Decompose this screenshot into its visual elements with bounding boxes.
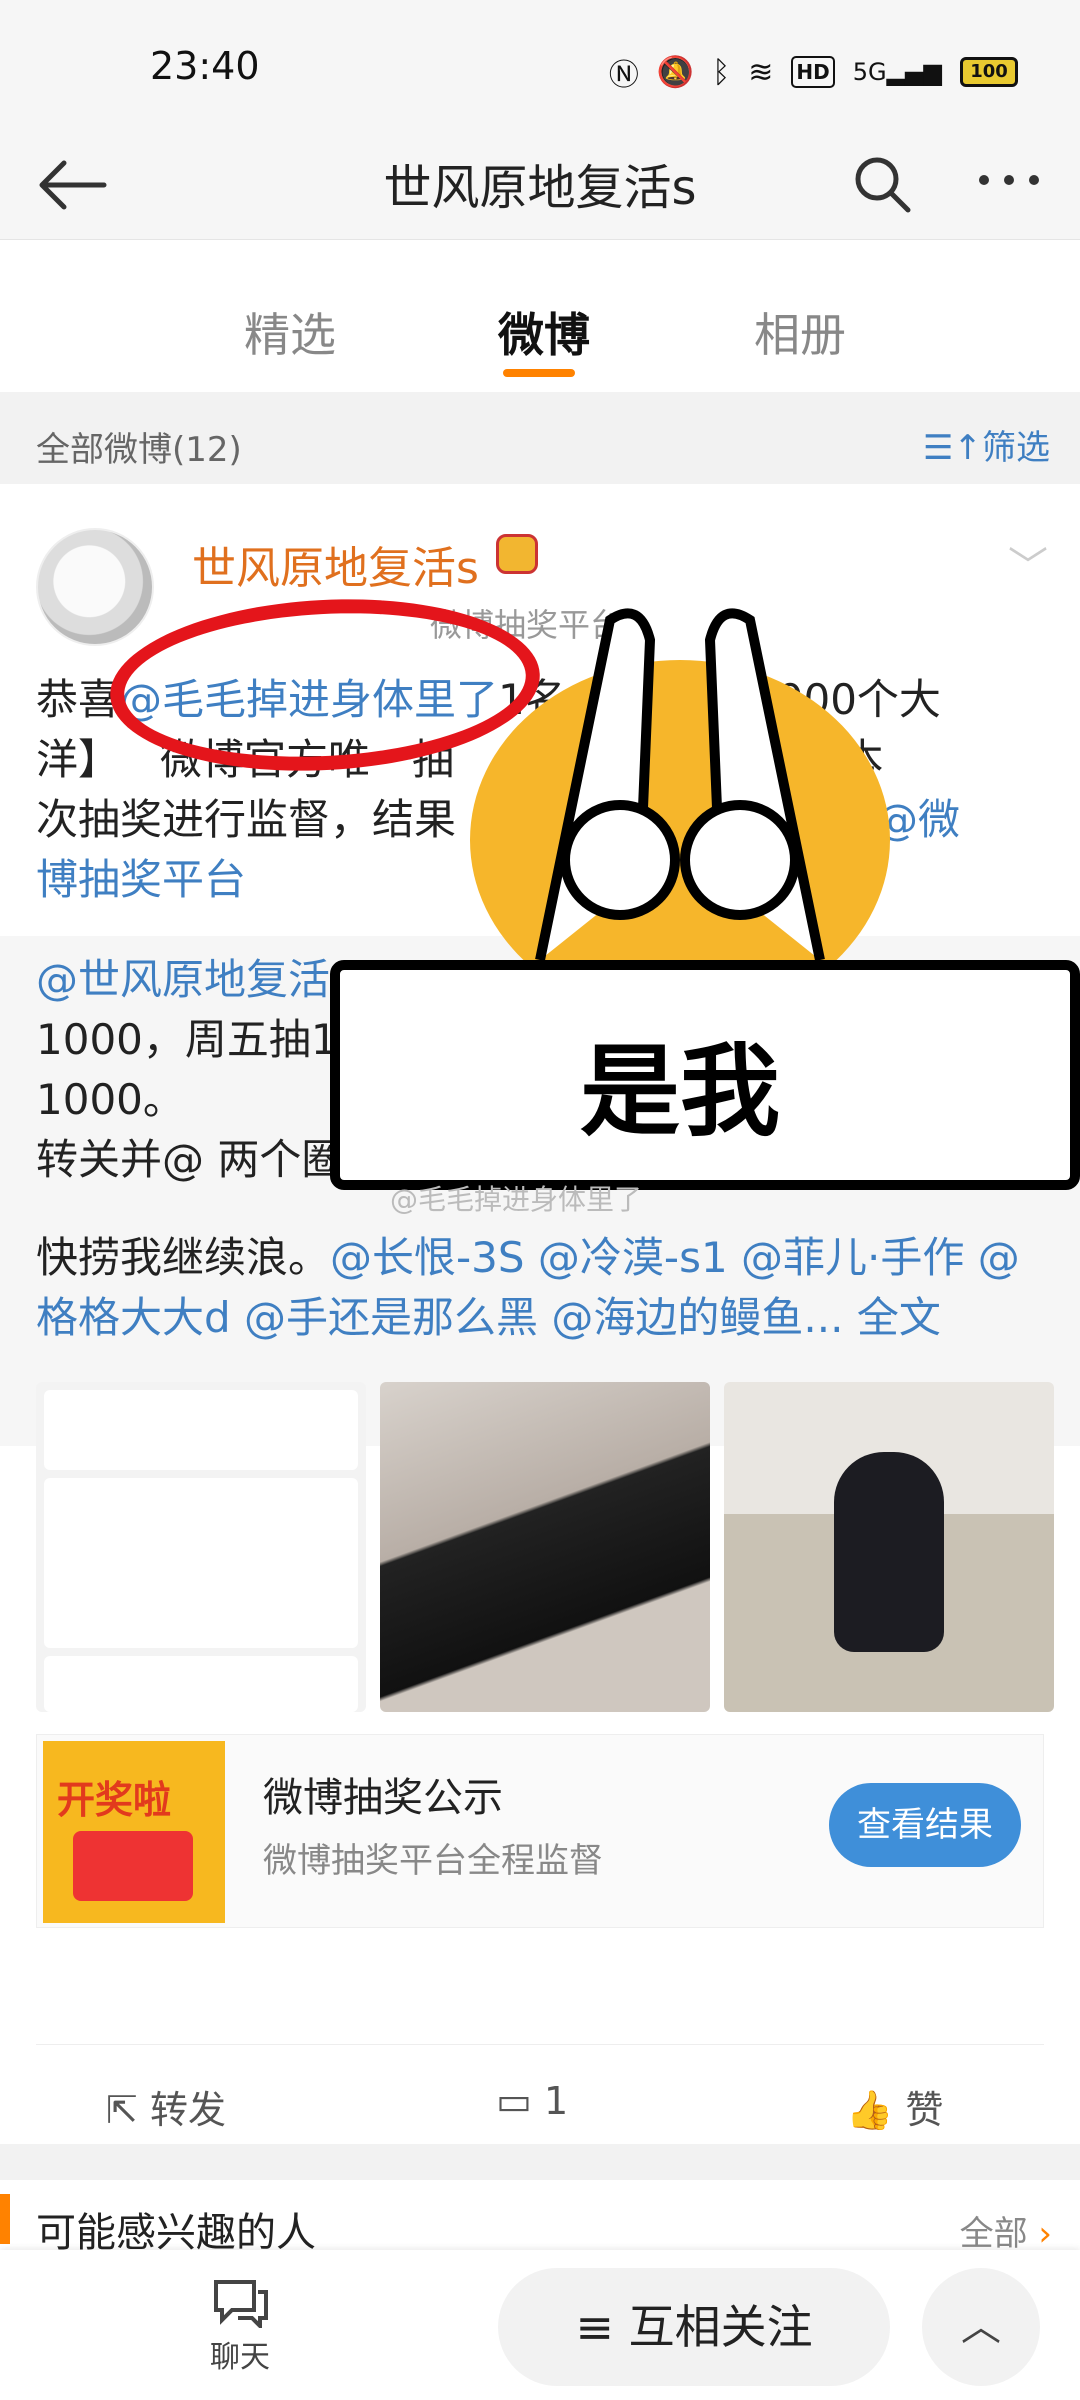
expand-full-text[interactable]: ... 全文: [803, 1293, 940, 1342]
view-result-button[interactable]: 查看结果: [829, 1783, 1021, 1867]
nfc-icon: Ⓝ: [608, 58, 639, 93]
image-thumbnail[interactable]: [724, 1382, 1054, 1712]
mutual-follow-button[interactable]: ≡ 互相关注: [498, 2268, 890, 2386]
chat-button[interactable]: 聊天: [210, 2276, 270, 2376]
suggested-users-header: 可能感兴趣的人 全部 ›: [0, 2180, 1080, 2256]
status-bar: 23:40 Ⓝ 🔕 ᛒ ≋ HD 5G▂▄▆ 100: [0, 0, 1080, 130]
status-time: 23:40: [150, 44, 260, 88]
tab-featured[interactable]: 精选: [244, 299, 336, 365]
chat-bubble-icon: [214, 2280, 268, 2331]
filter-button[interactable]: ☰↑筛选: [923, 420, 1050, 469]
chevron-right-icon: ›: [1038, 2214, 1052, 2254]
avatar[interactable]: [36, 528, 154, 646]
tab-weibo[interactable]: 微博: [498, 299, 590, 365]
repost-mention[interactable]: @世风原地复活s: [36, 950, 352, 1010]
chevron-up-icon[interactable]: ︿: [922, 2268, 1040, 2386]
more-icon[interactable]: [976, 170, 1042, 190]
battery-icon: 100: [960, 57, 1018, 87]
profile-tabs: 精选 微博 相册: [0, 241, 1080, 391]
section-divider: [0, 2144, 1080, 2180]
post-author[interactable]: 世风原地复活s: [192, 532, 479, 596]
post-text-line3: 次抽奖进行监督，结果 @微: [36, 795, 961, 844]
bluetooth-icon: ᛒ: [712, 54, 731, 90]
repost-line5: 快捞我继续浪。@长恨-3S @冷漠-s1 @菲儿·手作 @格格大大d @手还是那…: [36, 1233, 1020, 1342]
page-title: 世风原地复活s: [383, 160, 697, 216]
tab-album[interactable]: 相册: [754, 299, 846, 365]
vip-crown-icon: [496, 534, 538, 574]
repost-line4: 转关并@ 两个圈: [36, 1135, 344, 1184]
post-count-label: 全部微博(12): [36, 430, 242, 470]
search-icon[interactable]: [852, 154, 912, 214]
repost-line3: 1000。: [36, 1075, 185, 1124]
chevron-down-icon[interactable]: ﹀: [1008, 534, 1048, 592]
hd-icon: HD: [791, 56, 835, 88]
repost-line2: 1000，周五抽10: [36, 1015, 365, 1064]
filter-icon: ☰↑: [923, 428, 982, 468]
like-button[interactable]: 👍 赞: [846, 2079, 943, 2134]
lottery-badge-image: 开奖啦: [43, 1741, 225, 1923]
status-icons: Ⓝ 🔕 ᛒ ≋ HD 5G▂▄▆ 100: [609, 50, 1018, 94]
accent-bar: [0, 2194, 10, 2244]
bottom-bar: 聊天 ≡ 互相关注 ︿: [0, 2250, 1080, 2400]
filter-bar: 全部微博(12) ☰↑筛选: [0, 392, 1080, 484]
share-icon: ⇱: [106, 2088, 138, 2132]
comment-icon: ▭: [496, 2079, 532, 2123]
lottery-title: 微博抽奖公示: [263, 1775, 503, 1821]
signal-icon: 5G▂▄▆: [852, 58, 942, 86]
lottery-subtitle: 微博抽奖平台全程监督: [263, 1841, 603, 1881]
repost-button[interactable]: ⇱ 转发: [106, 2079, 226, 2134]
wifi-icon: ≋: [748, 54, 774, 90]
see-all-link[interactable]: 全部 ›: [960, 2206, 1052, 2255]
post-text-line4[interactable]: 博抽奖平台: [36, 850, 246, 910]
menu-icon: ≡: [575, 2300, 614, 2354]
post-actions: ⇱ 转发 ▭ 1 👍 赞: [36, 2044, 1044, 2154]
thumbs-up-icon: 👍: [846, 2088, 894, 2132]
lottery-card[interactable]: 开奖啦 微博抽奖公示 微博抽奖平台全程监督 查看结果: [36, 1734, 1044, 1928]
image-thumbnail[interactable]: [36, 1382, 366, 1712]
reposted-content[interactable]: @世风原地复活s 1000，周五抽10 1000。 转关并@ 两个圈 快捞我继续…: [0, 936, 1080, 1446]
comment-button[interactable]: ▭ 1: [496, 2079, 568, 2123]
top-bar: 世风原地复活s: [0, 130, 1080, 240]
image-grid: [36, 1382, 1054, 1712]
tab-indicator: [503, 369, 575, 377]
image-thumbnail[interactable]: [380, 1382, 710, 1712]
mute-icon: 🔕: [656, 54, 695, 90]
